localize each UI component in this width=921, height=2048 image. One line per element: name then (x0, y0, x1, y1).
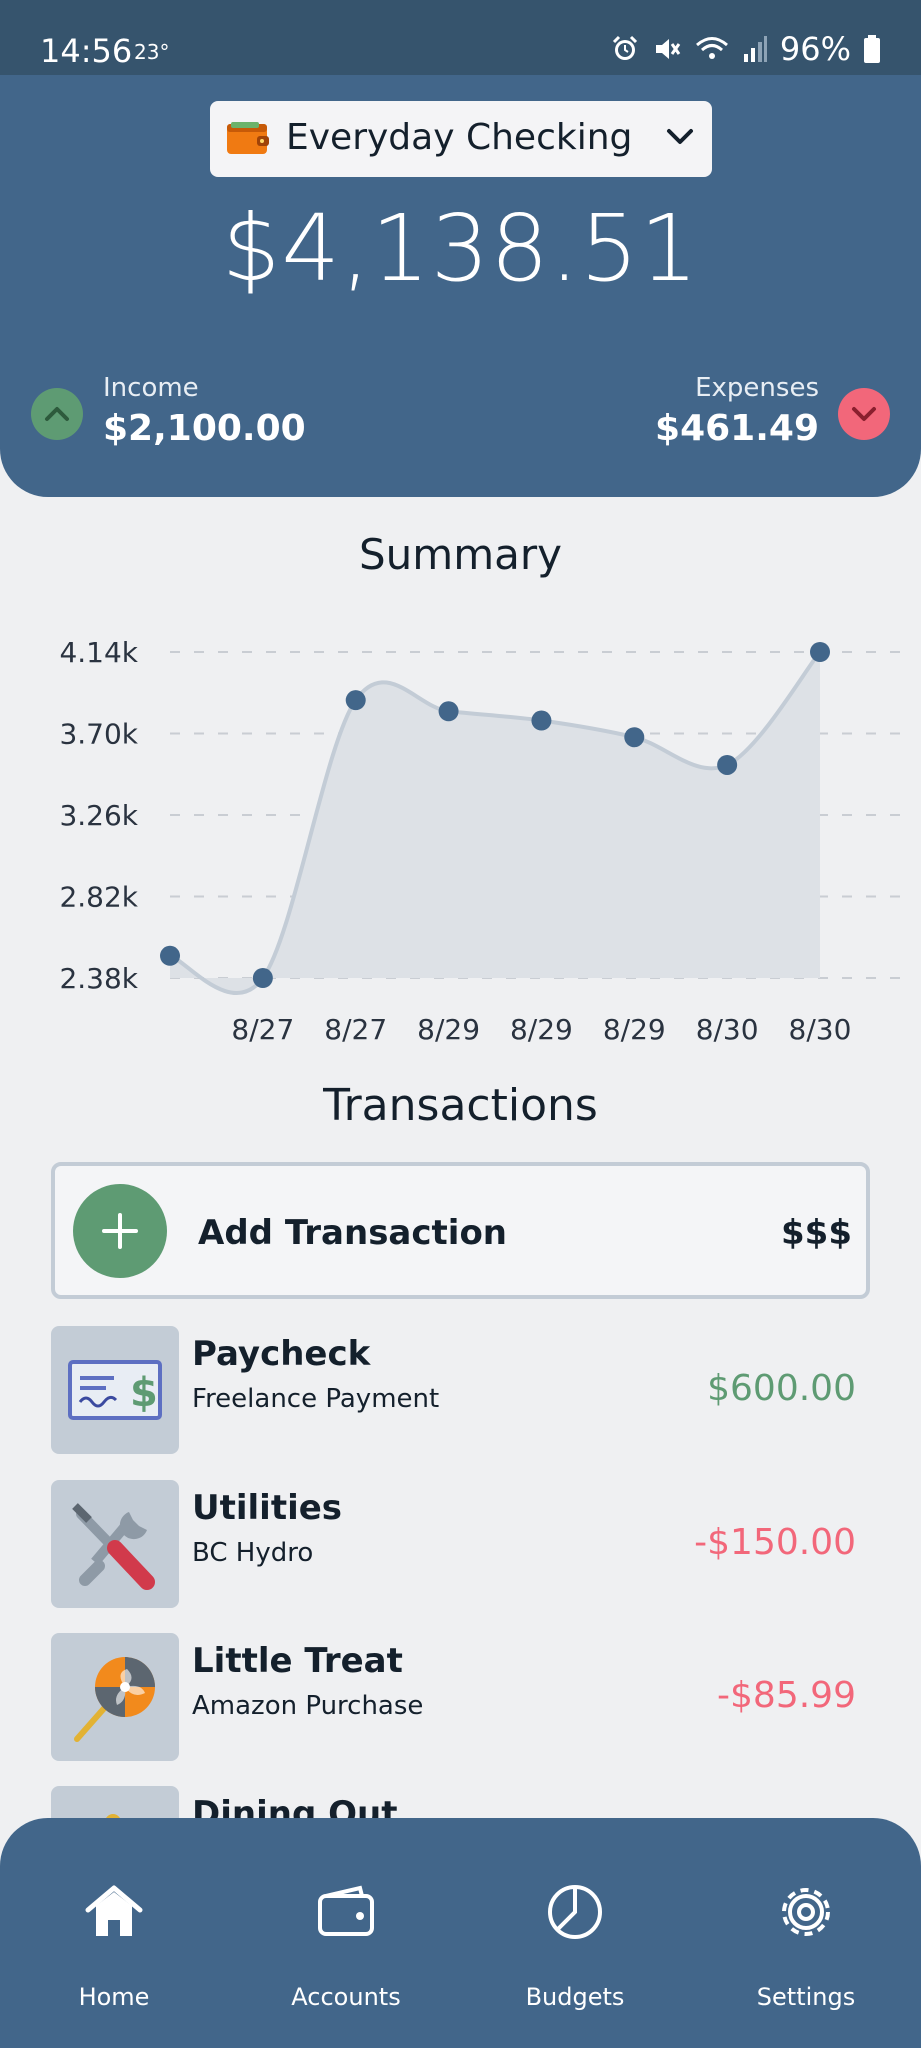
tools-icon (51, 1480, 179, 1608)
transaction-description: Freelance Payment (192, 1384, 440, 1414)
signal-icon (743, 36, 767, 62)
x-tick-label: 8/29 (510, 1013, 573, 1046)
summary-title: Summary (359, 530, 562, 579)
add-transaction-amount: $$$ (781, 1213, 852, 1253)
add-transaction-button[interactable]: Add Transaction $$$ (51, 1162, 870, 1299)
nav-settings-label: Settings (756, 1983, 856, 2011)
nav-settings[interactable]: Settings (716, 1818, 896, 2048)
lollipop-icon (51, 1633, 179, 1761)
wallet-icon (227, 122, 269, 154)
transaction-row[interactable]: Utilities BC Hydro -$150.00 (51, 1480, 870, 1608)
wallet-icon (318, 1885, 374, 1936)
chart-point (810, 642, 830, 662)
expenses-value: $461.49 (655, 408, 819, 449)
transaction-description: Amazon Purchase (192, 1691, 424, 1721)
x-tick-label: 8/30 (696, 1013, 759, 1046)
x-tick-label: 8/29 (417, 1013, 480, 1046)
transactions-title: Transactions (323, 1080, 598, 1131)
bottom-navigation: Home Accounts Budgets Settings (0, 1818, 921, 2048)
status-time: 14:56 (40, 32, 133, 70)
nav-budgets-label: Budgets (525, 1983, 625, 2011)
transaction-amount: -$85.99 (717, 1675, 856, 1716)
status-icons: 96% (610, 30, 881, 68)
transaction-name: Utilities (192, 1488, 343, 1528)
account-balance: $4,138.51 (221, 195, 700, 302)
transaction-row[interactable]: Little Treat Amazon Purchase -$85.99 (51, 1633, 870, 1761)
account-header: Everyday Checking $4,138.51 Income $2,10… (0, 75, 921, 497)
pie-chart-icon (548, 1885, 602, 1939)
y-tick-label: 2.82k (59, 881, 138, 914)
chart-point (345, 690, 366, 711)
y-tick-label: 2.38k (59, 962, 138, 995)
income-value: $2,100.00 (103, 408, 306, 449)
transaction-amount: $600.00 (707, 1368, 856, 1409)
y-tick-label: 3.70k (59, 718, 138, 751)
chart-point (160, 945, 180, 966)
mute-icon (655, 39, 681, 59)
chart-point (438, 701, 459, 722)
chart-point (252, 968, 273, 988)
home-icon (85, 1885, 143, 1936)
x-tick-label: 8/29 (603, 1013, 666, 1046)
wifi-icon (695, 37, 728, 59)
y-tick-label: 3.26k (59, 799, 138, 832)
status-temperature: 23° (134, 40, 170, 64)
add-transaction-label: Add Transaction (198, 1213, 508, 1253)
check-icon: $ (51, 1326, 179, 1454)
battery-icon (864, 35, 880, 63)
account-name: Everyday Checking (286, 117, 633, 158)
chart-point (624, 727, 645, 748)
account-selector[interactable]: Everyday Checking (210, 101, 712, 177)
x-tick-label: 8/27 (324, 1013, 387, 1046)
chart-point (531, 710, 552, 731)
summary-chart: 4.14k 3.70k 3.26k 2.82k 2.38k 8/27 8/27 8/29 8/2… (59, 636, 912, 1046)
nav-accounts-label: Accounts (291, 1983, 401, 2011)
svg-text:$: $ (130, 1370, 158, 1416)
transaction-row[interactable]: $ Paycheck Freelance Payment $600.00 (51, 1326, 870, 1454)
x-tick-label: 8/27 (231, 1013, 294, 1046)
chart-point (717, 754, 738, 775)
plus-icon (73, 1184, 167, 1278)
transaction-name: Paycheck (192, 1334, 371, 1374)
nav-accounts[interactable]: Accounts (256, 1818, 436, 2048)
income-label: Income (103, 373, 199, 403)
alarm-icon (612, 35, 637, 60)
nav-home-label: Home (78, 1983, 150, 2011)
nav-budgets[interactable]: Budgets (485, 1818, 665, 2048)
chevron-down-icon (667, 129, 693, 144)
income-arrow-up-icon (31, 388, 83, 440)
transaction-amount: -$150.00 (694, 1522, 856, 1563)
transaction-description: BC Hydro (192, 1538, 314, 1568)
expenses-arrow-down-icon (838, 388, 890, 440)
battery-percent: 96% (779, 30, 851, 68)
x-tick-label: 8/30 (789, 1013, 852, 1046)
chart-area (170, 652, 820, 994)
status-bar: 14:56 23° 96% (0, 0, 921, 75)
nav-home[interactable]: Home (24, 1818, 204, 2048)
expenses-label: Expenses (695, 373, 819, 403)
gear-icon (782, 1888, 830, 1936)
transaction-name: Little Treat (192, 1641, 403, 1681)
y-tick-label: 4.14k (59, 636, 138, 669)
